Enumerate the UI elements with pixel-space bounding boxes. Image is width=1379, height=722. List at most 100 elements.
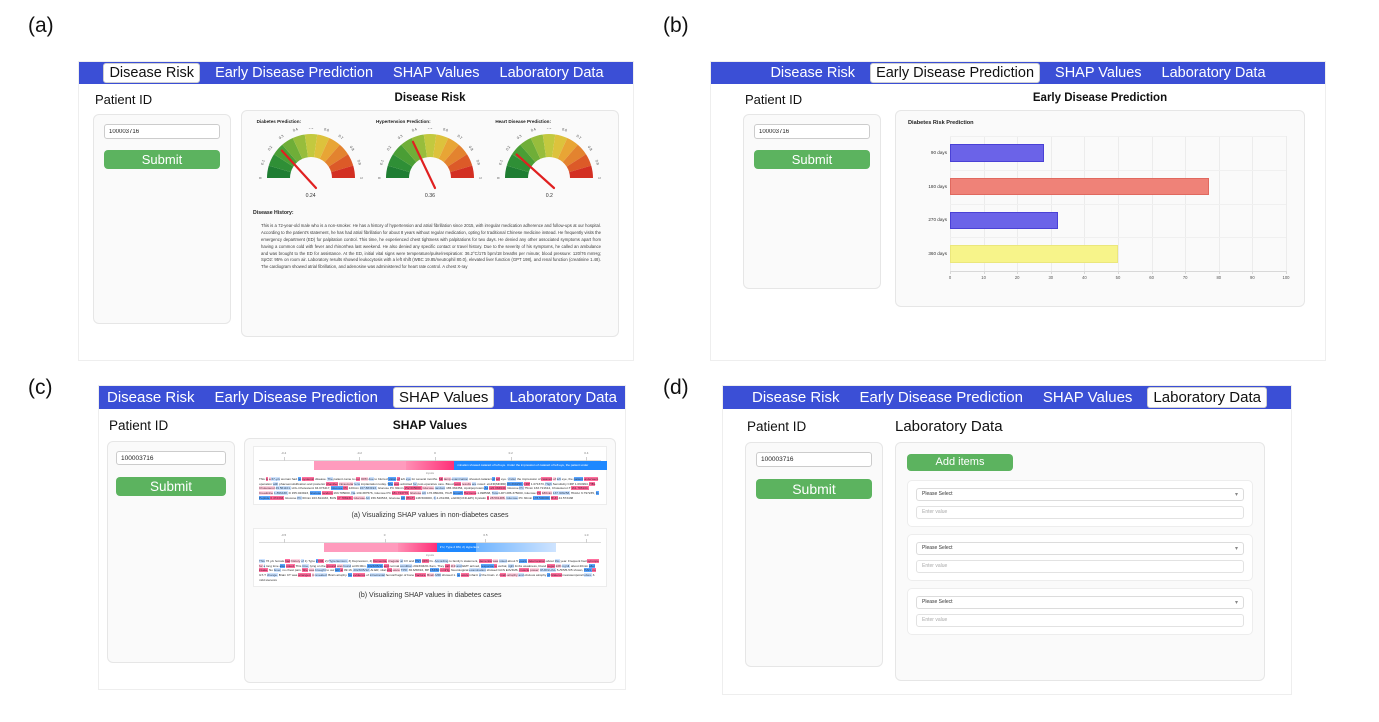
tab-shap-values[interactable]: SHAP Values xyxy=(1038,388,1138,407)
lab-value-placeholder: Enter value xyxy=(922,509,948,515)
page-title-b: Early Disease Prediction xyxy=(1032,92,1168,104)
patient-id-input[interactable] xyxy=(104,124,220,139)
content-a: Disease Risk Diabetes Prediction: 0 0.1 0.2… xyxy=(241,90,619,337)
tab-early-disease-prediction[interactable]: Early Disease Prediction xyxy=(870,62,1041,84)
shap-bar-label: mination showed cataract of left eye. Un… xyxy=(457,463,589,467)
tab-shap-values[interactable]: SHAP Values xyxy=(388,64,485,83)
svg-text:0.9: 0.9 xyxy=(356,159,361,165)
tab-laboratory-data[interactable]: Laboratory Data xyxy=(1157,64,1271,83)
bar-category-label: 270 days xyxy=(928,217,947,223)
submit-button[interactable]: Submit xyxy=(116,477,226,496)
lab-item-select[interactable]: Please Select ▾ xyxy=(916,541,1244,555)
svg-text:0.5: 0.5 xyxy=(427,128,432,129)
axis-tick-label: -0.2 xyxy=(356,451,362,455)
gauge-title: Heart Disease Prediction: xyxy=(495,119,551,124)
svg-text:0.1: 0.1 xyxy=(260,159,265,165)
shap-bar-row: # U, Type 2 DM, 2) Hypertension, 3) Depr… xyxy=(259,543,601,553)
axis-tick-label: 0.4 xyxy=(584,451,589,455)
shap-inputs-label: inputs xyxy=(425,553,434,558)
tab-early-disease-prediction[interactable]: Early Disease Prediction xyxy=(210,388,383,407)
lab-row: Please Select ▾ Enter value xyxy=(907,533,1253,581)
add-items-button[interactable]: Add items xyxy=(907,453,1013,471)
x-tick-mark xyxy=(1151,271,1153,274)
shap-text-explanation: This is a 67-y/o woman had no systemic d… xyxy=(259,477,599,500)
chart-title: Diabetes Risk Prediction xyxy=(908,120,974,126)
tab-disease-risk[interactable]: Disease Risk xyxy=(747,388,845,407)
content-c: SHAP Values -0.4 -0.2 0 0.2 0.4 mination show… xyxy=(244,415,616,683)
patient-id-title: Patient ID xyxy=(109,418,169,433)
gauge-row: Diabetes Prediction:00.10.20.30.40.50.60… xyxy=(251,119,609,199)
tab-laboratory-data[interactable]: Laboratory Data xyxy=(1147,387,1267,408)
lab-item-select[interactable]: Please Select ▾ xyxy=(916,595,1244,609)
submit-button[interactable]: Submit xyxy=(754,150,870,169)
shap-axis: -0.4 -0.2 0 0.2 0.4 xyxy=(259,451,601,461)
submit-button[interactable]: Submit xyxy=(104,150,220,169)
svg-text:0.6: 0.6 xyxy=(323,128,329,133)
x-tick-label: 50 xyxy=(1115,275,1121,280)
patient-id-card: Submit xyxy=(93,114,231,324)
x-tick-mark xyxy=(1017,271,1019,274)
svg-text:0.5: 0.5 xyxy=(308,128,313,129)
shap-caption-1: (b) Visualizing SHAP values in diabetes … xyxy=(358,592,502,600)
svg-text:0: 0 xyxy=(258,177,262,179)
bar-1 xyxy=(950,177,1209,196)
app-window-a: Disease Risk Early Disease Prediction SH… xyxy=(78,61,634,361)
axis-tick-label: -0.4 xyxy=(281,451,287,455)
disease-history-text: This is a 72-year-old male who is a non-… xyxy=(261,223,601,270)
lab-value-input[interactable]: Enter value xyxy=(916,559,1244,573)
lab-item-select[interactable]: Please Select ▾ xyxy=(916,487,1244,501)
navbar-b: Disease Risk Early Disease Prediction SH… xyxy=(711,62,1325,84)
x-tick-mark xyxy=(1084,271,1086,274)
submit-button[interactable]: Submit xyxy=(756,479,872,499)
x-tick-label: 80 xyxy=(1216,275,1222,280)
svg-text:0.8: 0.8 xyxy=(468,145,474,151)
navbar-a: Disease Risk Early Disease Prediction SH… xyxy=(79,62,633,84)
tab-disease-risk[interactable]: Disease Risk xyxy=(102,388,200,407)
tab-disease-risk[interactable]: Disease Risk xyxy=(765,64,860,83)
x-tick-mark xyxy=(1050,271,1052,274)
gauge-2: Heart Disease Prediction: 0 0.1 0.2 0.3 0.4 0.… xyxy=(495,119,603,199)
patient-id-input[interactable] xyxy=(756,452,872,467)
svg-text:0.8: 0.8 xyxy=(587,145,593,151)
x-tick-label: 90 xyxy=(1250,275,1255,280)
patient-id-card: Submit xyxy=(745,442,883,667)
tab-early-disease-prediction[interactable]: Early Disease Prediction xyxy=(210,64,378,83)
content-d: Laboratory Data Add items Please Select ▾… xyxy=(895,416,1265,681)
axis-tick-label: -0.5 xyxy=(281,533,287,538)
x-tick-label: 20 xyxy=(1014,275,1020,280)
lab-value-placeholder: Enter value xyxy=(922,617,948,623)
grid-line xyxy=(1286,136,1287,271)
svg-text:0.4: 0.4 xyxy=(531,128,537,133)
shap-negative-bar-dark xyxy=(406,461,455,470)
lab-item-select-value: Please Select xyxy=(922,491,953,497)
patient-id-input[interactable] xyxy=(754,124,870,139)
lab-row: Please Select ▾ Enter value xyxy=(907,587,1253,635)
x-tick-mark xyxy=(1185,271,1187,274)
tab-laboratory-data[interactable]: Laboratory Data xyxy=(504,388,622,407)
axis-tick-label: 0 xyxy=(434,451,436,455)
lab-item-select-value: Please Select xyxy=(922,599,953,605)
lab-row: Please Select ▾ Enter value xyxy=(907,479,1253,527)
shap-negative-bar-dark xyxy=(398,543,437,553)
tab-shap-values[interactable]: SHAP Values xyxy=(1050,64,1147,83)
tab-shap-values[interactable]: SHAP Values xyxy=(392,387,495,408)
svg-text:0.3: 0.3 xyxy=(516,134,522,140)
lab-value-input[interactable]: Enter value xyxy=(916,613,1244,627)
x-tick-label: 10 xyxy=(981,275,986,280)
tab-laboratory-data[interactable]: Laboratory Data xyxy=(495,64,609,83)
early-prediction-card: Diabetes Risk Prediction 90 days 180 days… xyxy=(895,110,1305,307)
lab-data-card: Add items Please Select ▾ Enter value Pleas… xyxy=(895,442,1265,681)
grid-line xyxy=(950,136,1286,137)
svg-text:0.6: 0.6 xyxy=(562,128,568,133)
patient-id-input[interactable] xyxy=(116,451,226,465)
axis-tick-label: 0.2 xyxy=(508,451,513,455)
x-tick-mark xyxy=(950,271,951,274)
app-window-d: Disease Risk Early Disease Prediction SH… xyxy=(722,385,1292,695)
tab-disease-risk[interactable]: Disease Risk xyxy=(103,62,201,84)
lab-value-input[interactable]: Enter value xyxy=(916,505,1244,519)
body-d: Patient ID Submit Laboratory Data Add it… xyxy=(723,409,1291,681)
body-a: Patient ID Submit Disease Risk Diabetes … xyxy=(79,84,633,337)
patient-id-card: Submit xyxy=(743,114,881,289)
tab-early-disease-prediction[interactable]: Early Disease Prediction xyxy=(855,388,1028,407)
gauge-1: Hypertension Prediction: 0 0.1 0.2 0.3 0.4 0.5… xyxy=(376,119,484,199)
